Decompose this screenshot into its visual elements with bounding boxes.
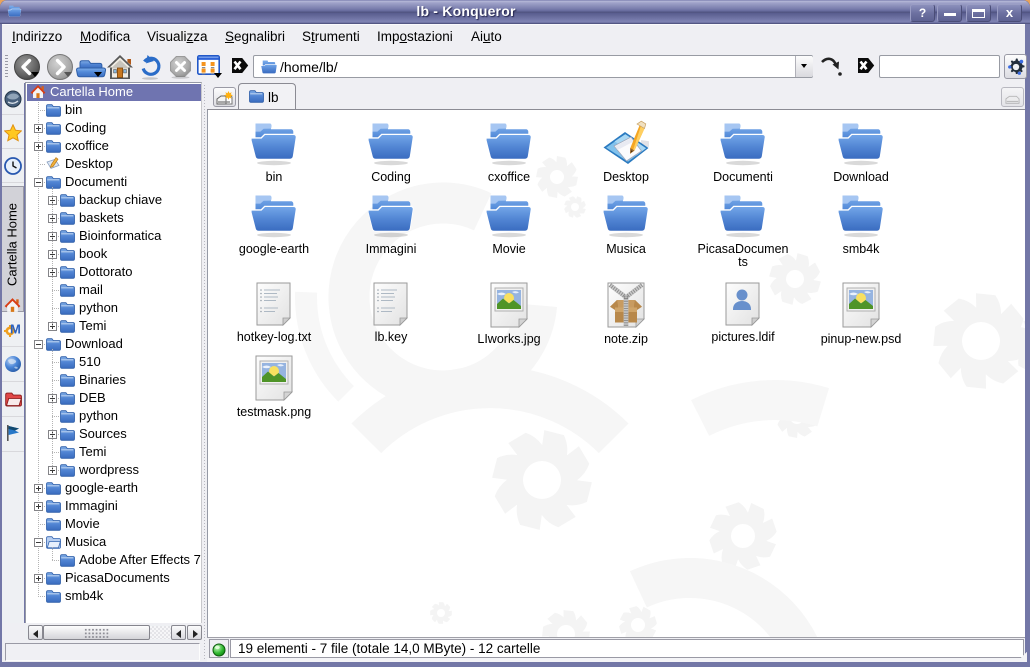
svg-text:M: M (10, 322, 21, 337)
